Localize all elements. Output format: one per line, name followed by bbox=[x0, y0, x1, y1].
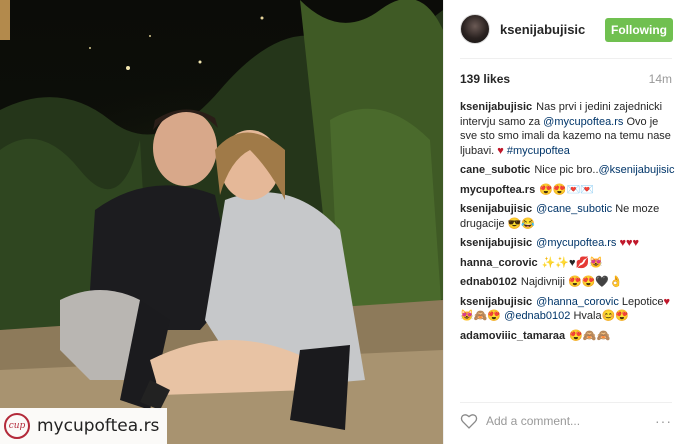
comment-item: mycupoftea.rs 😍😍💌💌 bbox=[460, 183, 675, 198]
comment-username[interactable]: ksenijabujisic bbox=[460, 237, 532, 249]
timestamp[interactable]: 14m bbox=[649, 72, 672, 88]
post-meta: 139 likes 14m bbox=[460, 72, 672, 88]
footer-divider bbox=[460, 402, 672, 403]
comment-username[interactable]: adamoviiic_tamaraa bbox=[460, 330, 565, 342]
heart-outline-icon[interactable] bbox=[460, 413, 478, 429]
comment-text: Nice pic bro.. bbox=[534, 164, 599, 176]
header-divider bbox=[460, 58, 672, 59]
comment-text: ✨✨♥💋😻 bbox=[541, 256, 603, 269]
comment-text: Lepotice bbox=[618, 295, 664, 308]
header-username[interactable]: ksenijabujisic bbox=[500, 22, 585, 37]
comment-item: adamoviiic_tamaraa 😍🙈🙈 bbox=[460, 329, 675, 344]
comment-item: ksenijabujisic Nas prvi i jedini zajednic… bbox=[460, 100, 675, 158]
more-dots-icon[interactable]: ··· bbox=[655, 413, 672, 429]
avatar[interactable] bbox=[460, 14, 490, 44]
mention-link[interactable]: @mycupoftea.rs bbox=[543, 116, 623, 128]
comment-text: 😍😍💌💌 bbox=[539, 183, 594, 196]
mention-link[interactable]: @ksenijabujisic bbox=[599, 164, 675, 176]
comment-text: Najdivniji 😍😍🖤👌 bbox=[520, 276, 623, 288]
comment-username[interactable]: ksenijabujisic bbox=[460, 203, 532, 215]
mention-link[interactable]: #mycupoftea bbox=[507, 145, 570, 157]
comment-item: ksenijabujisic @cane_subotic Ne moze drug… bbox=[460, 202, 675, 231]
likes-count[interactable]: 139 likes bbox=[460, 72, 510, 88]
comment-username[interactable]: hanna_corovic bbox=[460, 257, 538, 269]
comment-item: ksenijabujisic @mycupoftea.rs ♥♥♥ bbox=[460, 236, 675, 251]
post-side-panel: ksenijabujisic Following 139 likes 14m k… bbox=[443, 0, 688, 444]
mention-link[interactable]: @hanna_corovic bbox=[536, 296, 619, 308]
cup-logo-icon: cup bbox=[4, 413, 30, 439]
add-comment-input[interactable] bbox=[486, 414, 655, 428]
comment-text: Hvala😊😍 bbox=[570, 310, 629, 322]
heart-emoji: ♥♥♥ bbox=[619, 237, 640, 249]
following-button[interactable]: Following bbox=[605, 18, 673, 42]
couple-night-photo bbox=[0, 0, 443, 444]
watermark-text: mycupoftea.rs bbox=[37, 416, 160, 436]
mention-link[interactable]: @cane_subotic bbox=[536, 203, 612, 215]
comment-username[interactable]: ksenijabujisic bbox=[460, 101, 532, 113]
comment-username[interactable]: mycupoftea.rs bbox=[460, 184, 535, 196]
comment-text: 😍🙈🙈 bbox=[569, 329, 611, 342]
post-photo[interactable]: cup mycupoftea.rs bbox=[0, 0, 443, 444]
comment-username[interactable]: cane_subotic bbox=[460, 164, 530, 176]
comment-item: ednab0102 Najdivniji 😍😍🖤👌 bbox=[460, 275, 675, 290]
mention-link[interactable]: @mycupoftea.rs bbox=[536, 237, 616, 249]
comment-username[interactable]: ksenijabujisic bbox=[460, 296, 532, 308]
comment-username[interactable]: ednab0102 bbox=[460, 276, 517, 288]
comment-text: 😻🙈😍 bbox=[460, 310, 505, 322]
comment-bar: ··· bbox=[460, 410, 672, 432]
watermark: cup mycupoftea.rs bbox=[0, 408, 167, 444]
heart-emoji: ♥ bbox=[497, 144, 504, 157]
post-header: ksenijabujisic Following bbox=[444, 0, 688, 58]
comment-item: ksenijabujisic @hanna_corovic Lepotice♥ 😻… bbox=[460, 295, 675, 324]
comment-item: cane_subotic Nice pic bro..@ksenijabujisi… bbox=[460, 163, 675, 178]
mention-link[interactable]: @ednab0102 bbox=[504, 310, 570, 322]
comments-list: ksenijabujisic Nas prvi i jedini zajednic… bbox=[460, 100, 675, 348]
heart-emoji: ♥ bbox=[663, 295, 671, 308]
comment-item: hanna_corovic ✨✨♥💋😻 bbox=[460, 256, 675, 271]
